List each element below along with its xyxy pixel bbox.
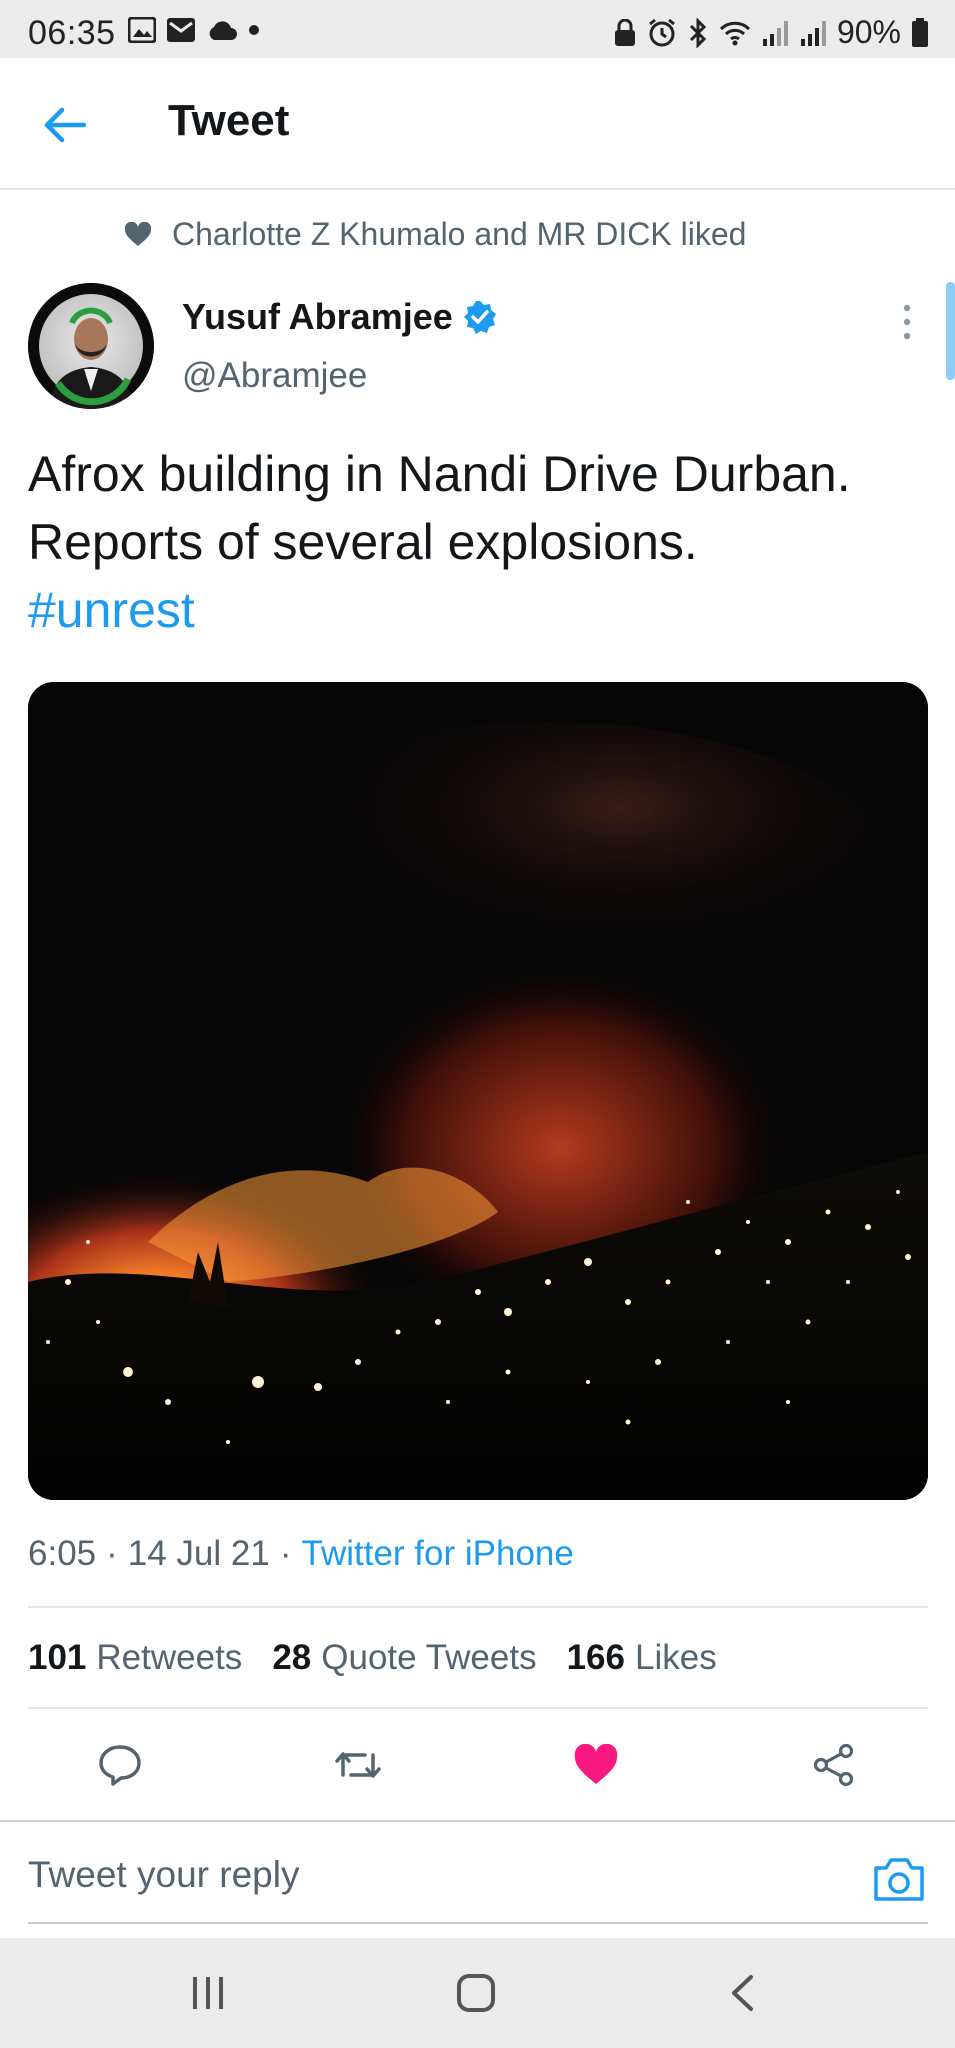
meta-separator: · [106,1534,118,1573]
fire-night-photo [28,682,928,1500]
alarm-icon [649,18,675,46]
scroll-indicator [946,282,955,380]
divider [28,1606,928,1608]
tweet-text-line: Reports of several explosions. [28,514,698,570]
author-handle[interactable]: @Abramjee [182,356,367,396]
retweets-stat[interactable]: 101 Retweets [28,1638,242,1678]
retweets-count: 101 [28,1638,87,1677]
quote-tweets-stat[interactable]: 28 Quote Tweets [272,1638,536,1678]
lock-icon [614,18,635,46]
wifi-icon [719,21,751,45]
status-time: 06:35 [28,14,116,52]
chevron-left-icon [732,1975,753,2011]
heart-icon [124,221,152,246]
tweet-client-link[interactable]: Twitter for iPhone [302,1534,574,1574]
tweet-text-line: Afrox building in Nandi Drive Durban. [28,446,851,502]
reply-input[interactable]: Tweet your reply [28,1854,299,1896]
battery-icon [912,17,928,47]
mail-icon [167,18,195,42]
back-arrow-icon [44,107,86,143]
share-icon [813,1743,854,1787]
camera-icon [874,1858,924,1901]
meta-separator: · [279,1534,292,1573]
divider [0,1820,955,1822]
system-nav-bar [0,1938,955,2048]
tweet-meta: 6:05 · 14 Jul 21 · Twitter for iPhone [28,1534,574,1574]
reply-icon [99,1745,141,1786]
likes-label: Likes [634,1638,717,1677]
verified-badge-icon [463,301,496,334]
back-button[interactable] [40,100,90,150]
tweet-time: 6:05 [28,1534,97,1573]
recent-apps-button[interactable] [178,1968,238,2018]
camera-button[interactable] [872,1854,926,1904]
profile-photo [28,283,154,409]
social-context-text: Charlotte Z Khumalo and MR DICK liked [172,216,747,252]
image-icon [128,17,156,43]
hashtag-link[interactable]: #unrest [28,576,928,644]
bluetooth-icon [689,17,707,48]
status-bar: 06:35 90% [0,0,955,58]
social-context[interactable]: Charlotte Z Khumalo and MR DICK liked [124,216,746,253]
top-app-bar: Tweet [0,58,955,190]
signal-icon [762,20,788,46]
battery-percent: 90% [836,14,901,50]
more-options-button[interactable] [892,300,922,344]
back-nav-button[interactable] [712,1968,772,2018]
home-icon [457,1974,495,2012]
signal-icon [800,20,826,46]
like-button[interactable] [566,1735,626,1795]
divider [28,1707,928,1709]
likes-count: 166 [566,1638,625,1677]
author-display-name: Yusuf Abramjee [182,296,453,337]
author-name[interactable]: Yusuf Abramjee [182,296,497,338]
retweet-button[interactable] [328,1735,388,1795]
retweets-label: Retweets [96,1638,243,1677]
likes-stat[interactable]: 166 Likes [567,1638,717,1678]
tweet-text: Afrox building in Nandi Drive Durban. Re… [28,440,928,644]
retweet-icon [335,1752,381,1778]
divider [28,1922,928,1924]
dot-icon [249,25,259,35]
recents-icon [193,1977,223,2009]
tweet-actions [0,1735,955,1795]
quote-tweets-count: 28 [272,1638,312,1677]
tweet-media-image[interactable] [28,682,928,1500]
like-icon [574,1744,618,1784]
home-button[interactable] [446,1968,506,2018]
share-button[interactable] [804,1735,864,1795]
tweet-date: 14 Jul 21 [127,1534,270,1573]
quote-tweets-label: Quote Tweets [321,1638,537,1677]
tweet-stats: 101 Retweets 28 Quote Tweets 166 Likes [28,1638,717,1678]
cloud-icon [209,21,237,40]
more-vertical-icon [903,304,911,340]
page-title: Tweet [168,96,290,145]
avatar[interactable] [28,283,154,409]
reply-button[interactable] [90,1735,150,1795]
